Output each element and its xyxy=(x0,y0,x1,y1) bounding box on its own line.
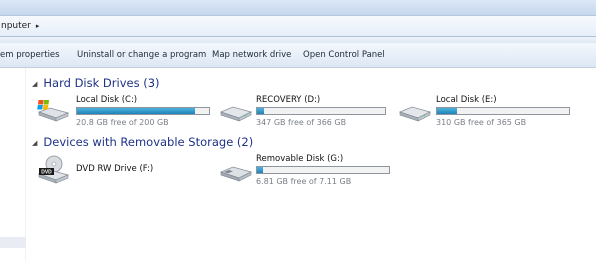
drive-item-g[interactable]: Removable Disk (G:) 6.81 GB free of 7.11… xyxy=(218,152,393,188)
group-label: Devices with Removable Storage (2) xyxy=(43,135,254,149)
breadcrumb-chevron-icon[interactable]: ▸ xyxy=(36,22,40,30)
capacity-bar-fill xyxy=(77,108,196,114)
window-title-bar xyxy=(0,0,596,16)
capacity-bar xyxy=(436,107,570,115)
capacity-bar xyxy=(256,107,386,115)
drive-name: Removable Disk (G:) xyxy=(256,154,344,164)
open-control-panel-button[interactable]: Open Control Panel xyxy=(303,50,385,60)
drive-item-e[interactable]: Local Disk (E:) 310 GB free of 365 GB xyxy=(397,93,572,129)
group-label: Hard Disk Drives (3) xyxy=(43,76,160,90)
drive-name: Local Disk (E:) xyxy=(436,95,497,105)
capacity-bar-fill xyxy=(257,108,264,114)
map-network-drive-button[interactable]: Map network drive xyxy=(212,50,291,60)
capacity-bar xyxy=(76,107,210,115)
group-header-hard-disk-drives[interactable]: ◢ Hard Disk Drives (3) xyxy=(32,76,160,90)
command-toolbar: em properties Uninstall or change a prog… xyxy=(0,43,596,68)
navigation-pane[interactable] xyxy=(0,68,26,261)
breadcrumb-computer[interactable]: nputer xyxy=(1,21,31,31)
windows-disk-icon xyxy=(37,100,70,122)
drive-name: Local Disk (C:) xyxy=(76,95,138,105)
uninstall-program-button[interactable]: Uninstall or change a program xyxy=(77,50,206,60)
drive-item-f[interactable]: DVD DVD RW Drive (F:) xyxy=(36,152,176,188)
system-properties-button[interactable]: em properties xyxy=(0,50,60,60)
drive-item-d[interactable]: RECOVERY (D:) 347 GB free of 366 GB xyxy=(218,93,388,129)
capacity-bar-fill xyxy=(257,167,263,173)
capacity-bar xyxy=(256,166,390,174)
drive-free-space: 347 GB free of 366 GB xyxy=(256,118,347,127)
collapse-arrow-icon[interactable]: ◢ xyxy=(32,139,37,147)
breadcrumb[interactable]: nputer ▸ xyxy=(1,21,39,31)
hard-disk-icon xyxy=(219,106,252,122)
drive-name: DVD RW Drive (F:) xyxy=(76,164,154,174)
hard-disk-icon xyxy=(398,106,431,122)
dvd-drive-icon: DVD xyxy=(37,155,70,184)
navigation-pane-selection[interactable] xyxy=(0,237,26,248)
drive-name: RECOVERY (D:) xyxy=(256,95,321,105)
dvd-logo-text: DVD xyxy=(41,170,52,176)
drive-free-space: 310 GB free of 365 GB xyxy=(436,118,527,127)
group-header-removable-storage[interactable]: ◢ Devices with Removable Storage (2) xyxy=(32,135,253,149)
collapse-arrow-icon[interactable]: ◢ xyxy=(32,80,37,88)
drive-free-space: 6.81 GB free of 7.11 GB xyxy=(256,177,352,186)
drive-free-space: 20.8 GB free of 200 GB xyxy=(76,118,169,127)
usb-drive-icon xyxy=(219,166,252,182)
capacity-bar-fill xyxy=(437,108,457,114)
address-bar[interactable]: nputer ▸ xyxy=(0,16,596,37)
drive-item-c[interactable]: Local Disk (C:) 20.8 GB free of 200 GB xyxy=(36,93,216,129)
